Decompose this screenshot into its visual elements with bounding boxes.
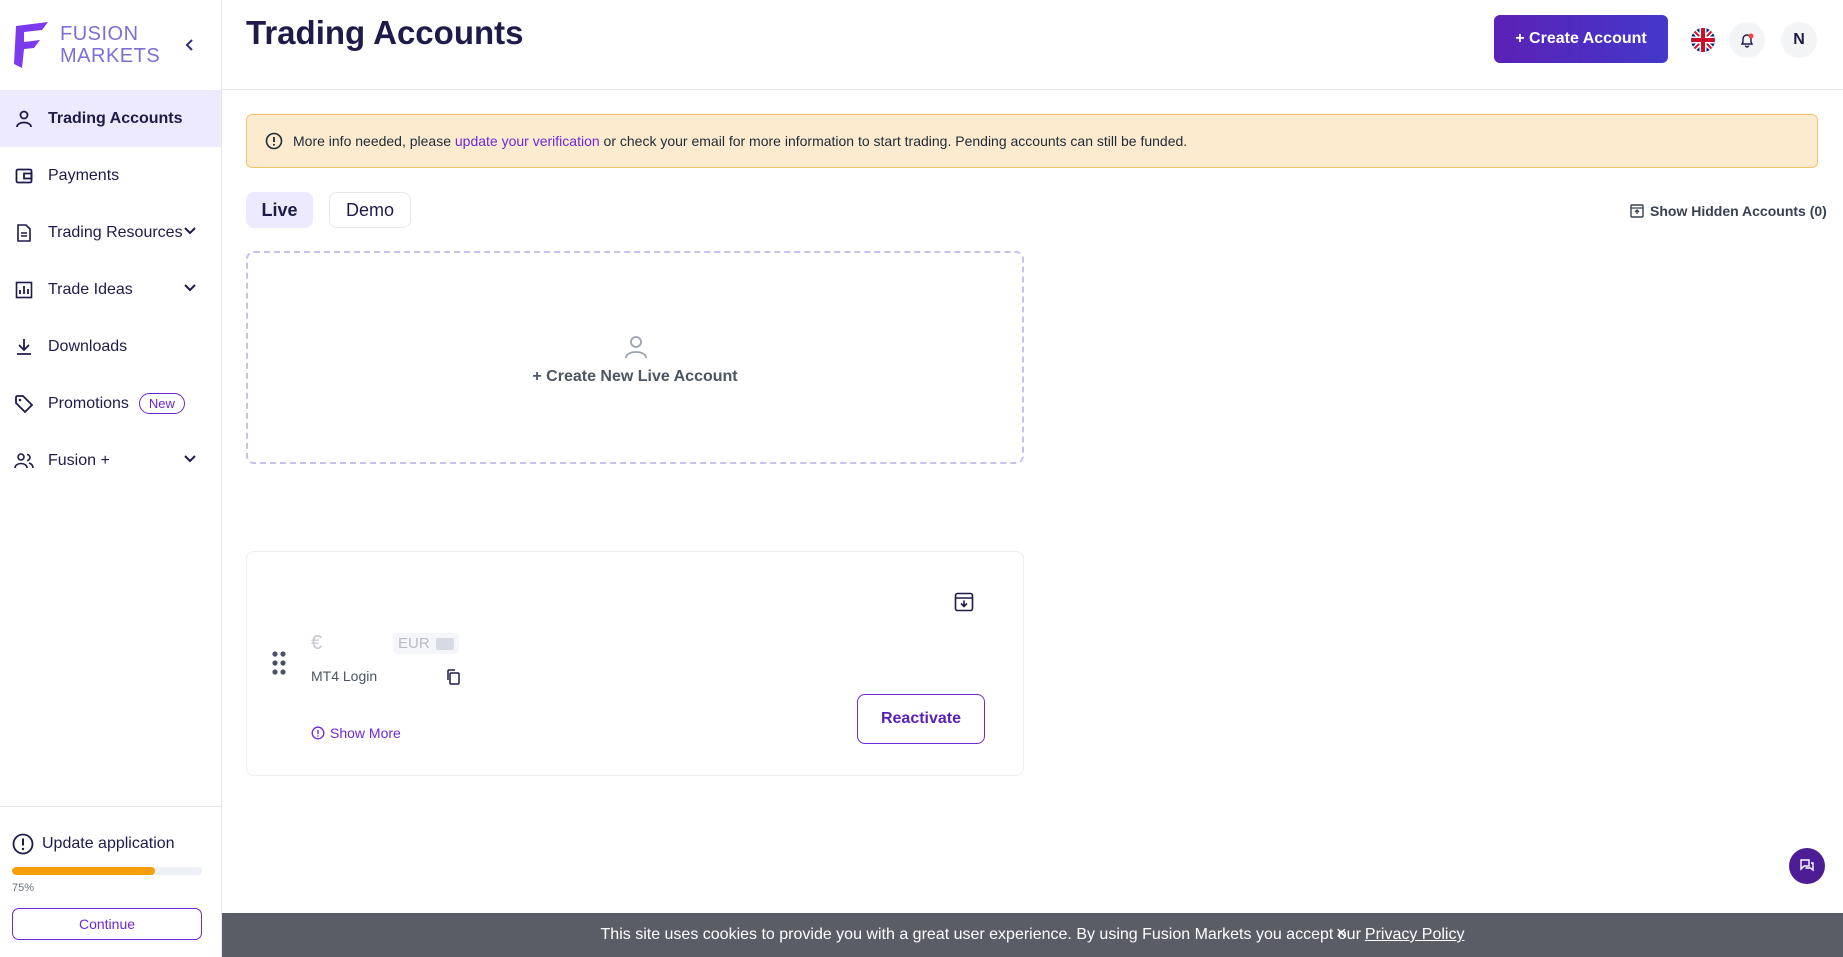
archive-icon — [1630, 204, 1644, 218]
bar-chart-icon — [14, 280, 34, 300]
sidebar-item-trading-resources[interactable]: Trading Resources — [0, 204, 221, 261]
cookie-banner: This site uses cookies to provide you wi… — [222, 913, 1843, 957]
sidebar-item-label: Payments — [48, 166, 120, 184]
person-icon — [14, 109, 34, 129]
update-progress-fill — [12, 867, 155, 875]
wallet-icon — [14, 166, 34, 186]
bell-icon — [1740, 33, 1754, 48]
create-new-live-account-card[interactable]: + Create New Live Account — [246, 251, 1024, 464]
users-icon — [14, 451, 34, 471]
alert-suffix: or check your email for more information… — [599, 133, 1188, 149]
page-header: Trading Accounts + Create Account N — [222, 0, 1843, 90]
new-badge: New — [138, 393, 185, 414]
alert-prefix: More info needed, please — [293, 133, 455, 149]
mt4-login-label: MT4 Login — [311, 668, 378, 684]
chat-icon — [1800, 859, 1814, 872]
update-verification-link[interactable]: update your verification — [455, 133, 600, 149]
fusion-logo-icon — [14, 22, 48, 68]
currency-code: EUR — [398, 635, 430, 652]
brand-line-2: MARKETS — [60, 45, 161, 67]
show-hidden-label: Show Hidden Accounts (0) — [1650, 203, 1827, 219]
update-progress-text: 75% — [12, 882, 35, 894]
show-more-button[interactable]: Show More — [311, 725, 401, 741]
cookie-text: This site uses cookies to provide you wi… — [600, 926, 1361, 943]
tab-demo[interactable]: Demo — [329, 192, 411, 228]
notifications-button[interactable] — [1729, 22, 1765, 58]
update-application-label: Update application — [42, 835, 175, 852]
update-application-row: Update application — [12, 833, 175, 855]
sidebar-item-label: Trade Ideas — [48, 280, 133, 298]
info-circle-icon — [311, 726, 325, 740]
sidebar-item-label: Fusion + — [48, 451, 110, 469]
sidebar-item-promotions[interactable]: Promotions New — [0, 375, 221, 432]
page-title: Trading Accounts — [246, 14, 524, 51]
chevron-down-icon — [184, 227, 196, 235]
uk-flag-icon — [1691, 28, 1715, 52]
language-selector[interactable] — [1685, 22, 1721, 58]
download-icon — [14, 337, 34, 357]
sidebar-item-downloads[interactable]: Downloads — [0, 318, 221, 375]
show-hidden-accounts-button[interactable]: Show Hidden Accounts (0) — [1630, 203, 1827, 219]
user-avatar[interactable]: N — [1781, 22, 1817, 58]
sidebar-item-label: Trading Resources — [48, 223, 183, 241]
sidebar-item-trade-ideas[interactable]: Trade Ideas — [0, 261, 221, 318]
info-circle-icon — [265, 132, 283, 150]
update-progress-bar — [12, 867, 202, 875]
brand-line-1: FUSION — [60, 23, 139, 45]
tag-icon — [14, 394, 34, 414]
chevron-down-icon — [184, 455, 196, 463]
sidebar-item-label: Trading Accounts — [48, 109, 183, 127]
brand-name: FUSION MARKETS — [60, 23, 160, 67]
currency-chip: EUR — [393, 633, 459, 654]
sidebar-item-trading-accounts[interactable]: Trading Accounts — [0, 90, 221, 147]
alert-text: More info needed, please update your ver… — [293, 133, 1187, 149]
create-new-live-account-label: + Create New Live Account — [532, 368, 738, 385]
privacy-policy-link[interactable]: Privacy Policy — [1365, 926, 1465, 944]
trading-account-card: € EUR MT4 Login Show More Reactivate — [246, 551, 1024, 776]
chat-button[interactable] — [1789, 848, 1825, 884]
sidebar-item-fusion-plus[interactable]: Fusion + — [0, 432, 221, 489]
person-outline-icon — [625, 336, 647, 359]
create-account-button[interactable]: + Create Account — [1494, 15, 1668, 63]
show-more-label: Show More — [330, 725, 401, 741]
chevron-left-icon — [185, 39, 193, 51]
cookie-close-button[interactable]: × — [1336, 923, 1347, 944]
chevron-down-icon — [184, 284, 196, 292]
brand-logo[interactable]: FUSION MARKETS — [12, 20, 160, 70]
drag-handle-icon[interactable] — [271, 650, 287, 676]
tab-live[interactable]: Live — [246, 192, 313, 228]
sidebar: FUSION MARKETS Trading Accounts Payments… — [0, 0, 222, 957]
archive-account-icon[interactable] — [954, 592, 974, 612]
currency-symbol: € — [311, 632, 323, 654]
verification-alert: More info needed, please update your ver… — [246, 114, 1818, 168]
document-icon — [14, 223, 34, 243]
alert-circle-icon — [12, 833, 34, 855]
continue-button[interactable]: Continue — [12, 908, 202, 940]
reactivate-button[interactable]: Reactivate — [857, 694, 985, 744]
copy-icon[interactable] — [446, 669, 460, 685]
sidebar-item-label: Downloads — [48, 337, 128, 355]
sidebar-item-label: Promotions — [48, 394, 129, 412]
sidebar-nav: Trading Accounts Payments Trading Resour… — [0, 90, 221, 489]
collapse-sidebar-button[interactable] — [183, 32, 197, 58]
sidebar-item-payments[interactable]: Payments — [0, 147, 221, 204]
currency-flag-icon — [435, 637, 454, 650]
